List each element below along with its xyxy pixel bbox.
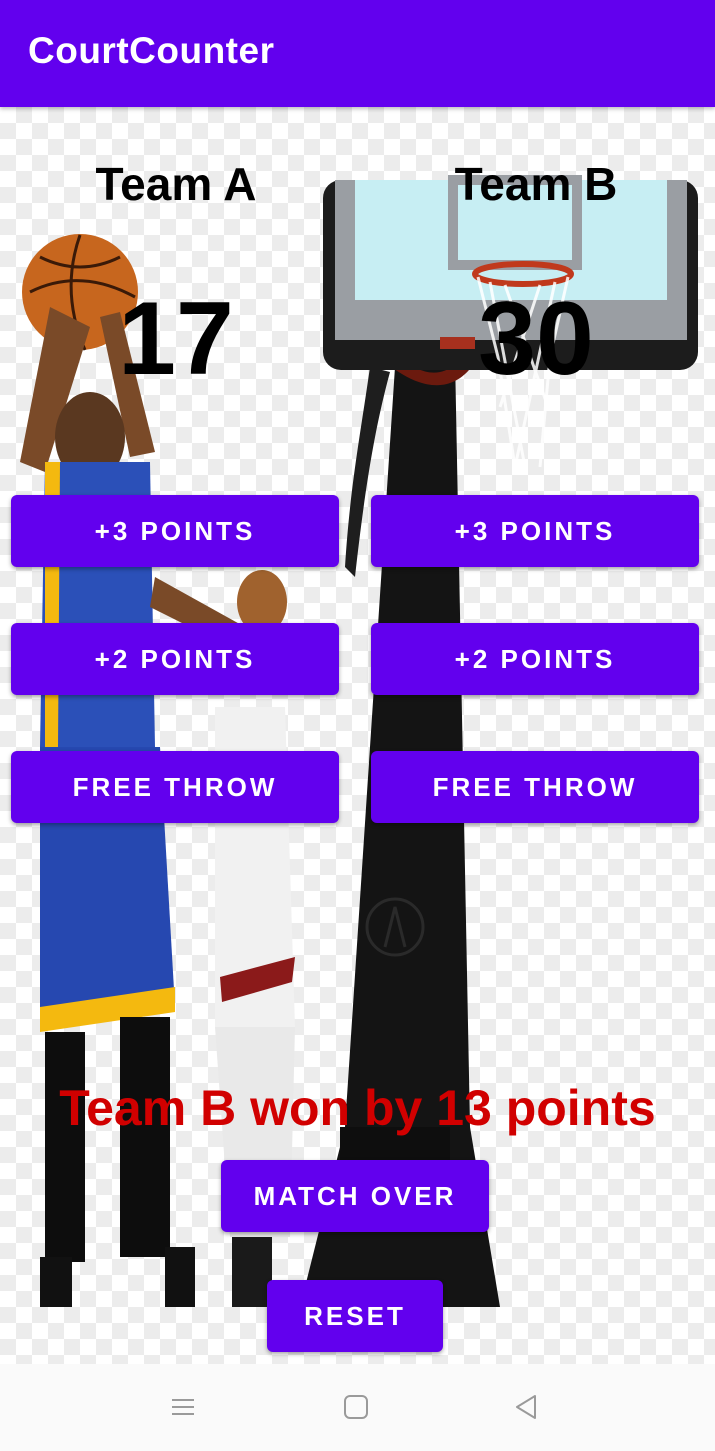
team-a-name: Team A — [95, 158, 257, 210]
team-b-plus-two-button[interactable]: +2 POINTS — [371, 623, 699, 695]
team-b-plus-three-button[interactable]: +3 POINTS — [371, 495, 699, 567]
back-triangle-icon[interactable] — [511, 1392, 541, 1422]
team-b-name: Team B — [454, 158, 618, 210]
team-a-plus-three-button[interactable]: +3 POINTS — [11, 495, 339, 567]
app-screen: CourtCounter Team A 17 Team B 30 +3 POIN… — [0, 0, 715, 1451]
home-square-icon[interactable] — [341, 1392, 371, 1422]
app-title: CourtCounter — [28, 30, 275, 71]
reset-button[interactable]: RESET — [267, 1280, 443, 1352]
court-content: Team A 17 Team B 30 +3 POINTS +2 POINTS … — [0, 107, 715, 1364]
app-bar: CourtCounter — [0, 0, 715, 107]
match-result-text: Team B won by 13 points — [59, 1080, 656, 1136]
team-a-free-throw-button[interactable]: FREE THROW — [11, 751, 339, 823]
team-b-free-throw-button[interactable]: FREE THROW — [371, 751, 699, 823]
team-a-plus-two-button[interactable]: +2 POINTS — [11, 623, 339, 695]
menu-icon[interactable] — [168, 1392, 198, 1422]
match-over-button[interactable]: MATCH OVER — [221, 1160, 489, 1232]
team-a-score: 17 — [118, 281, 234, 397]
system-navigation-bar — [0, 1364, 715, 1451]
team-b-score: 30 — [478, 281, 594, 397]
